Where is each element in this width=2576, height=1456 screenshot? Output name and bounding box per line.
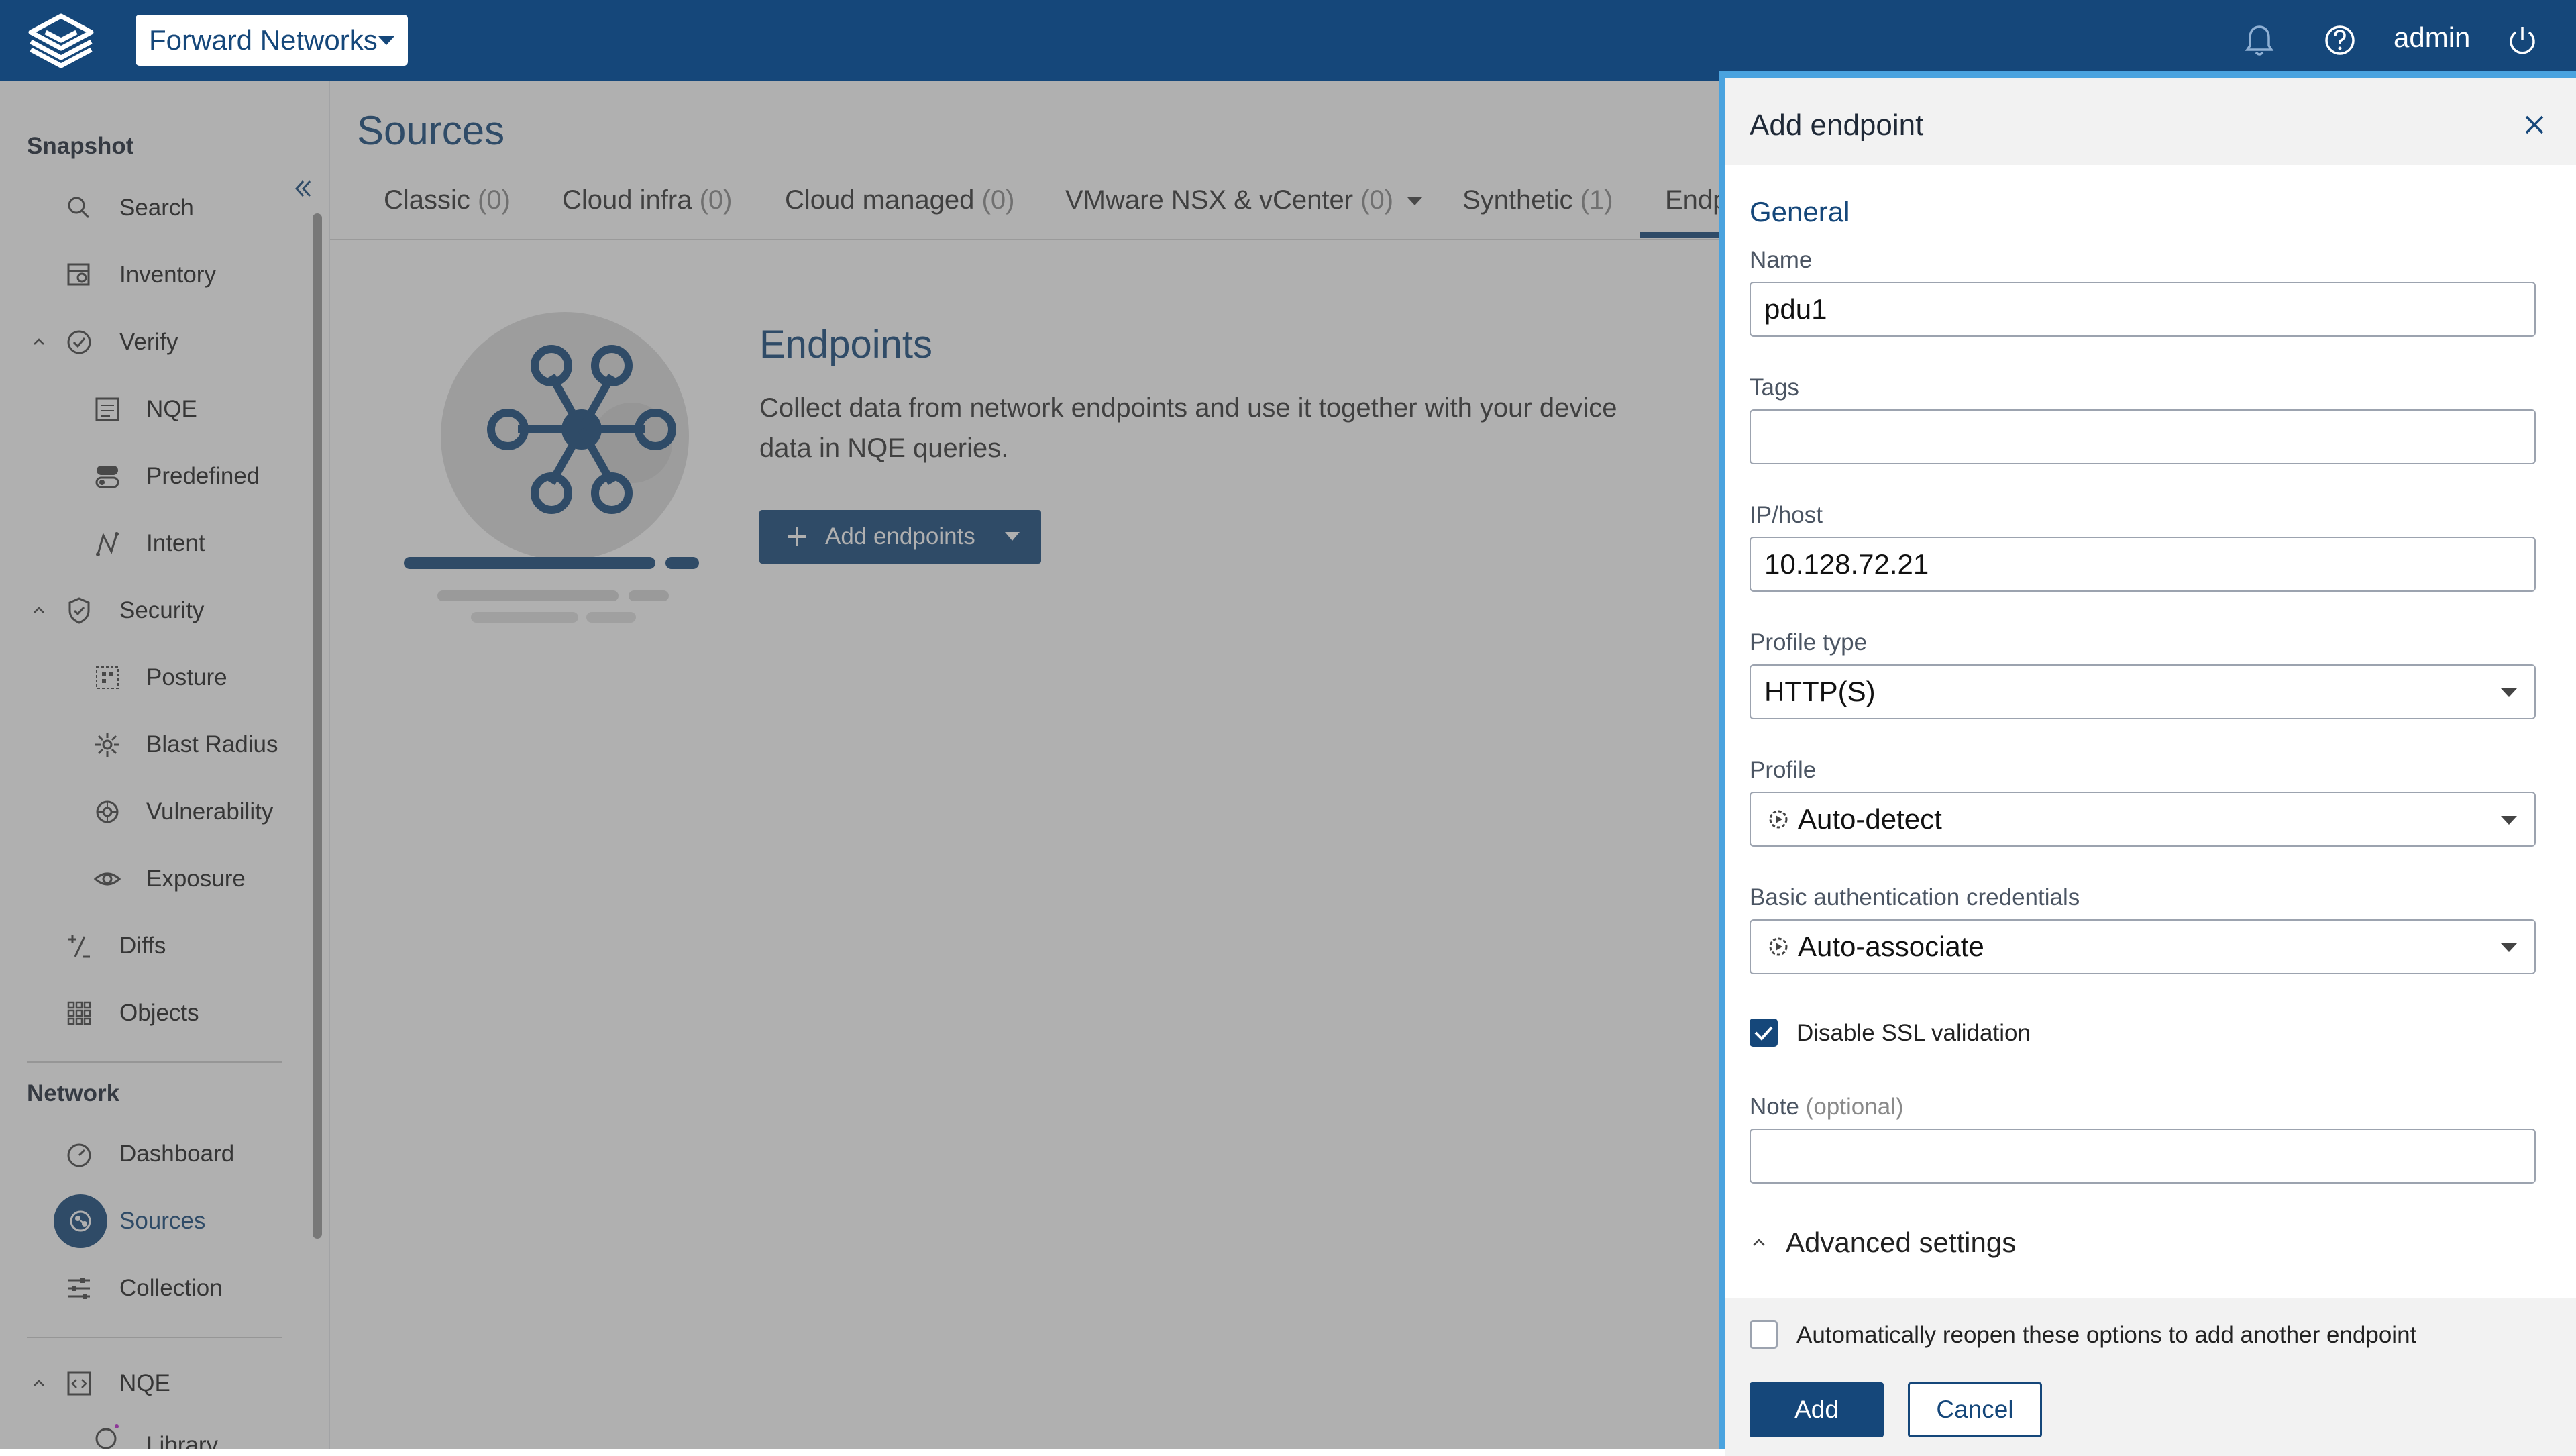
advanced-settings-toggle[interactable]: Advanced settings <box>1750 1227 2016 1259</box>
name-input[interactable] <box>1750 282 2536 337</box>
user-menu[interactable]: admin <box>2394 21 2470 54</box>
auto-gear-icon <box>1769 937 1788 956</box>
ip-host-label: IP/host <box>1750 502 1823 528</box>
chevron-down-icon <box>2501 816 2517 825</box>
profile-type-select[interactable]: HTTP(S) <box>1750 664 2536 719</box>
auto-gear-icon <box>1769 810 1788 829</box>
check-icon <box>1754 1026 1773 1041</box>
modal-overlay[interactable] <box>0 81 1719 1449</box>
reopen-label[interactable]: Automatically reopen these options to ad… <box>1796 1322 2416 1349</box>
logo-icon[interactable] <box>24 12 98 68</box>
disable-ssl-checkbox[interactable] <box>1750 1019 1778 1047</box>
disable-ssl-label[interactable]: Disable SSL validation <box>1796 1020 2031 1047</box>
profile-select[interactable]: Auto-detect <box>1750 792 2536 847</box>
profile-type-label: Profile type <box>1750 629 1868 656</box>
reopen-checkbox[interactable] <box>1750 1320 1778 1349</box>
power-icon[interactable] <box>2501 19 2544 62</box>
ip-host-input[interactable] <box>1750 537 2536 592</box>
bell-icon[interactable] <box>2238 19 2281 62</box>
name-label: Name <box>1750 247 1813 273</box>
panel-title: Add endpoint <box>1750 109 1924 142</box>
chevron-down-icon <box>378 36 394 45</box>
tags-input[interactable] <box>1750 409 2536 464</box>
note-label: Note (optional) <box>1750 1094 1904 1120</box>
section-title-general: General <box>1750 196 1850 227</box>
panel-header: Add endpoint <box>1725 78 2576 165</box>
tags-label: Tags <box>1750 374 1799 401</box>
profile-type-value: HTTP(S) <box>1764 676 1876 707</box>
profile-label: Profile <box>1750 757 1817 783</box>
close-icon[interactable] <box>2521 111 2548 138</box>
credentials-value: Auto-associate <box>1798 931 1984 962</box>
add-button[interactable]: Add <box>1750 1382 1884 1437</box>
chevron-down-icon <box>2501 688 2517 697</box>
chevron-down-icon <box>2501 943 2517 952</box>
help-icon[interactable] <box>2318 19 2361 62</box>
cancel-button[interactable]: Cancel <box>1908 1382 2042 1437</box>
credentials-select[interactable]: Auto-associate <box>1750 919 2536 974</box>
top-bar: Forward Networks admin <box>0 0 2576 81</box>
credentials-label: Basic authentication credentials <box>1750 884 2080 911</box>
profile-value: Auto-detect <box>1798 803 1942 835</box>
org-select-label: Forward Networks <box>149 24 378 56</box>
chevron-up-icon <box>1753 1239 1765 1246</box>
note-input[interactable] <box>1750 1129 2536 1184</box>
add-endpoint-panel: Add endpoint General Name Tags IP/host P… <box>1719 71 2576 1456</box>
org-select[interactable]: Forward Networks <box>136 15 408 66</box>
